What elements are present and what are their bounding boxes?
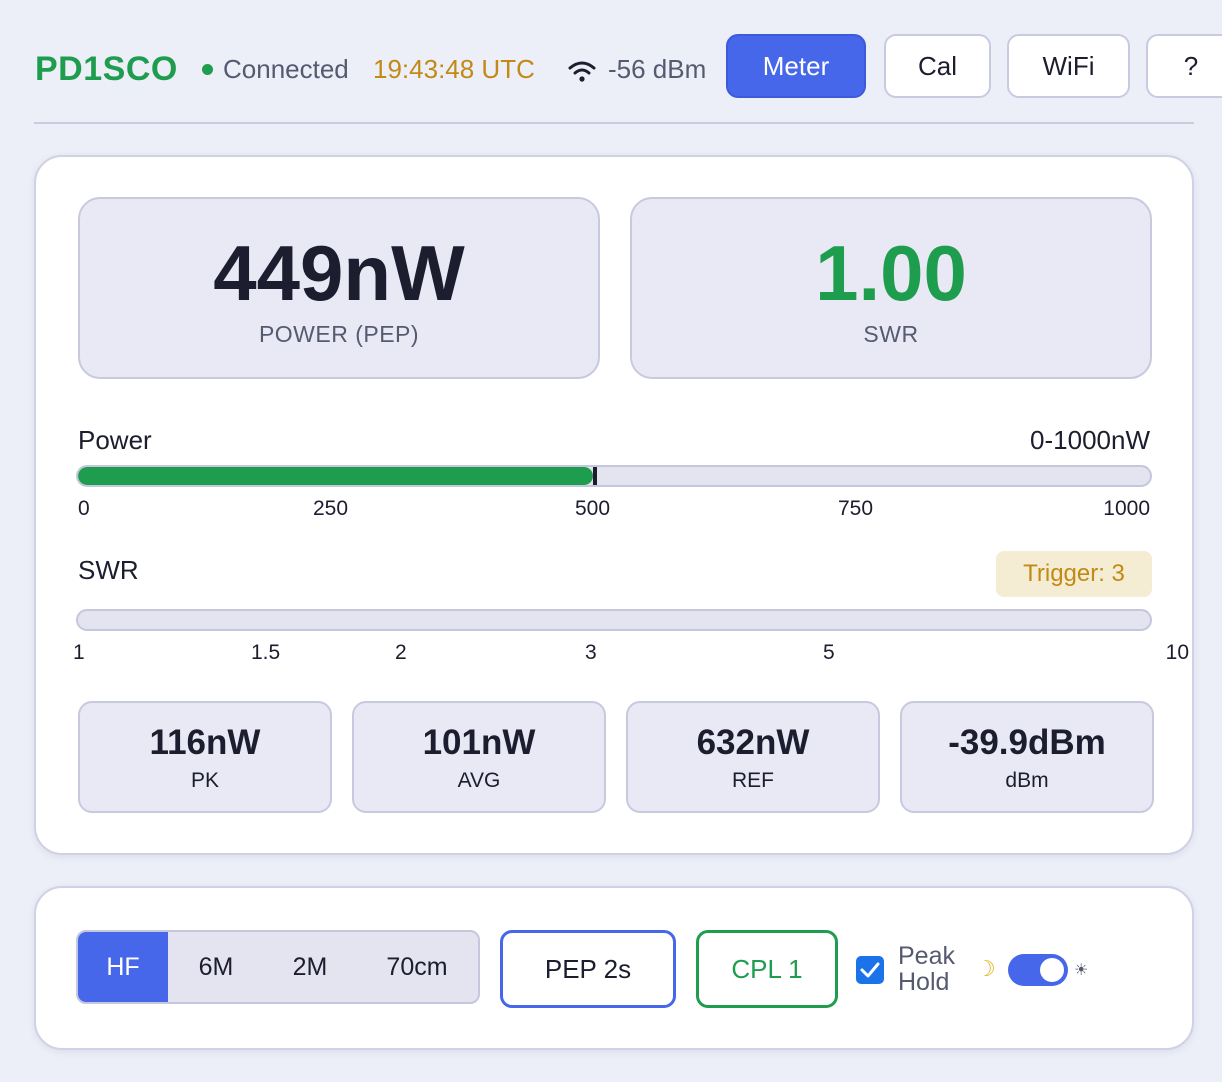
peak-hold-label: Peak Hold [898,943,955,995]
swr-tick: 1.5 [251,641,281,664]
power-readout: 449nW POWER (PEP) [78,197,600,379]
status-dot-icon [202,64,213,75]
tab-help[interactable]: ? [1146,34,1222,98]
band-hf-button[interactable]: HF [78,932,168,1002]
band-2m-button[interactable]: 2M [264,932,356,1002]
swr-readout: 1.00 SWR [630,197,1152,379]
band-6m-button[interactable]: 6M [168,932,264,1002]
dbm-label: dBm [1005,769,1049,792]
controls-card: HF 6M 2M 70cm PEP 2s CPL 1 Peak Hold ☽ ☀ [34,886,1194,1050]
power-tick: 500 [575,497,611,520]
swr-bar [76,609,1152,631]
tab-cal[interactable]: Cal [884,34,991,98]
top-bar: PD1SCO Connected 19:43:48 UTC -56 dBm Me… [0,0,1222,120]
swr-label: SWR [863,321,919,347]
dbm-value: -39.9dBm [948,723,1106,762]
tab-meter[interactable]: Meter [726,34,866,98]
power-bar [76,465,1152,487]
reflected-power-tile: 632nW REF [626,701,880,813]
checkmark-icon [860,962,880,978]
theme-toggle-knob [1040,958,1064,982]
power-label: POWER (PEP) [258,321,420,347]
swr-tick: 2 [395,641,407,664]
pep-mode-button[interactable]: PEP 2s [500,930,676,1008]
utc-clock: 19:43:48 UTC [373,54,535,84]
band-70cm-button[interactable]: 70cm [356,932,478,1002]
power-value: 449nW [213,229,465,317]
connection-status-text: Connected [223,54,349,84]
swr-tick: 3 [585,641,597,664]
power-bar-label: Power [78,425,152,455]
swr-tick: 1 [73,641,85,664]
reflected-power-label: REF [732,769,774,792]
meter-card: 449nW POWER (PEP) 1.00 SWR Power 0-1000n… [34,155,1194,855]
callsign: PD1SCO [35,50,178,88]
peak-hold-label-line2: Hold [898,968,950,996]
dbm-tile: -39.9dBm dBm [900,701,1154,813]
moon-icon: ☽ [976,956,996,981]
swr-trigger-badge: Trigger: 3 [996,551,1152,597]
band-selector: HF 6M 2M 70cm [76,930,480,1004]
peak-power-tile: 116nW PK [78,701,332,813]
header-divider [34,122,1194,124]
power-tick: 0 [78,497,90,520]
connection-status: Connected [202,54,349,85]
sun-icon: ☀ [1074,962,1089,979]
swr-value: 1.00 [815,229,967,317]
peak-power-label: PK [190,769,219,792]
wifi-signal-strength: -56 dBm [608,54,707,84]
swr-tick: 5 [823,641,835,664]
wifi-icon [568,61,596,82]
peak-power-value: 116nW [149,723,261,762]
avg-power-label: AVG [457,769,501,792]
power-tick: 750 [838,497,874,520]
tab-wifi[interactable]: WiFi [1007,34,1130,98]
swr-bar-label: SWR [78,555,139,585]
power-peak-marker [593,467,597,485]
peak-hold-checkbox[interactable] [856,956,884,984]
reflected-power-value: 632nW [696,723,810,762]
swr-tick: 10 [1165,641,1189,664]
power-bar-fill [78,467,593,485]
power-bar-range: 0-1000nW [1030,425,1150,455]
avg-power-value: 101nW [422,723,536,762]
power-tick: 1000 [1103,497,1150,520]
avg-power-tile: 101nW AVG [352,701,606,813]
theme-toggle[interactable] [1008,954,1068,986]
power-tick: 250 [313,497,349,520]
coupler-button[interactable]: CPL 1 [696,930,838,1008]
peak-hold-label-line1: Peak [898,942,955,970]
